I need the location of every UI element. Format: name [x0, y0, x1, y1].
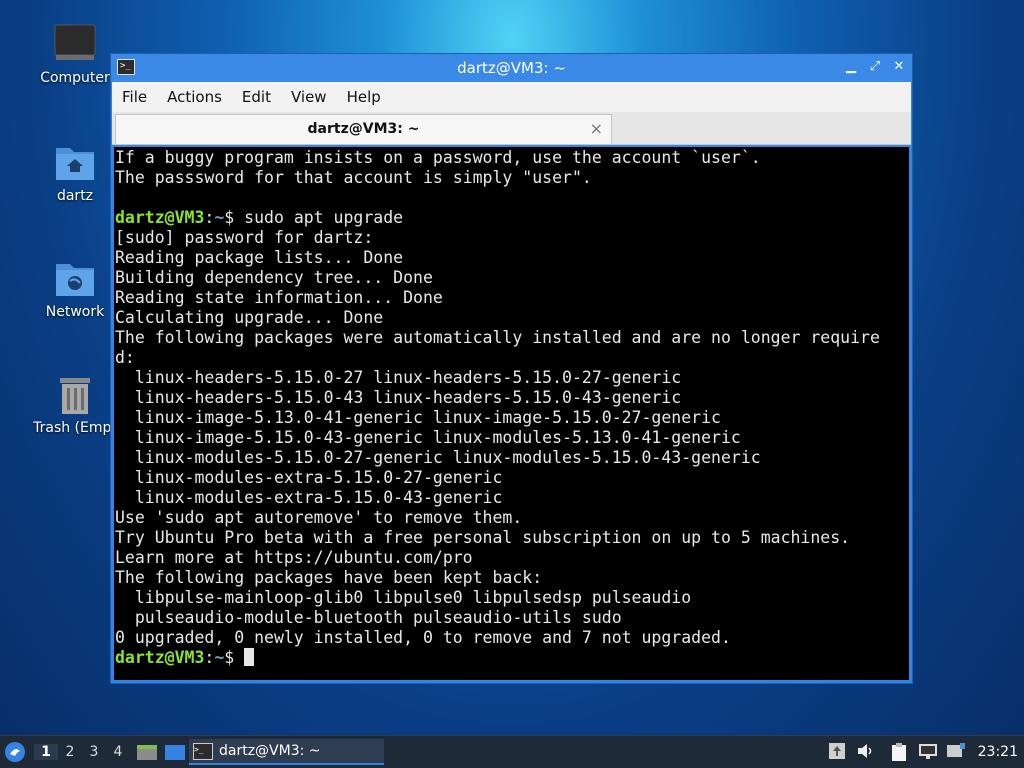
network-icon[interactable] — [918, 742, 940, 762]
show-desktop-icon[interactable] — [164, 742, 188, 762]
terminal-line: linux-headers-5.15.0-27 linux-headers-5.… — [115, 368, 682, 387]
maximize-icon[interactable]: ⤢ — [868, 58, 882, 76]
text-cursor — [244, 648, 255, 666]
terminal-line: Reading package lists... Done — [115, 248, 404, 267]
menubar: File Actions Edit View Help — [112, 82, 911, 112]
workspace-4[interactable]: 4 — [106, 744, 130, 760]
file-manager-icon[interactable] — [136, 742, 160, 762]
prompt-path: ~ — [214, 208, 225, 227]
terminal-line: The following packages have been kept ba… — [115, 568, 543, 587]
terminal-line: The following packages were automaticall… — [115, 328, 880, 347]
prompt-separator: : — [204, 648, 215, 667]
terminal-window: >_ dartz@VM3: ~ ▁ ⤢ ✕ File Actions Edit … — [110, 53, 913, 684]
tab-label: dartz@VM3: ~ — [307, 121, 420, 137]
tab-close-icon[interactable]: × — [590, 115, 603, 143]
tab-bar: dartz@VM3: ~ × — [112, 112, 911, 145]
menu-help[interactable]: Help — [337, 88, 391, 106]
terminal-line: Use 'sudo apt autoremove' to remove them… — [115, 508, 523, 527]
prompt-user: dartz@VM3 — [115, 208, 205, 227]
terminal-line: Try Ubuntu Pro beta with a free personal… — [115, 528, 851, 547]
close-icon[interactable]: ✕ — [892, 58, 906, 76]
prompt-command: $ sudo apt upgrade — [224, 208, 404, 227]
prompt-path: ~ — [214, 648, 225, 667]
menu-actions[interactable]: Actions — [157, 88, 232, 106]
clock[interactable]: 23:21 — [978, 744, 1018, 760]
terminal-line: linux-headers-5.15.0-43 linux-headers-5.… — [115, 388, 682, 407]
terminal-line: If a buggy program insists on a password… — [115, 148, 761, 167]
terminal-icon: >_ — [193, 742, 213, 760]
terminal-line: d: — [115, 348, 135, 367]
window-title: dartz@VM3: ~ — [457, 59, 566, 77]
terminal-line: libpulse-mainloop-glib0 libpulse0 libpul… — [115, 588, 692, 607]
terminal-line: The passsword for that account is simply… — [115, 168, 592, 187]
power-icon[interactable] — [946, 742, 968, 762]
terminal-line: Building dependency tree... Done — [115, 268, 433, 287]
minimize-icon[interactable]: ▁ — [844, 58, 858, 76]
terminal-line: [sudo] password for dartz: — [115, 228, 374, 247]
terminal-icon: >_ — [117, 59, 135, 75]
prompt-command: $ — [224, 648, 245, 667]
prompt-user: dartz@VM3 — [115, 648, 205, 667]
terminal-line: linux-modules-extra-5.15.0-27-generic — [115, 468, 503, 487]
terminal-line: pulseaudio-module-bluetooth pulseaudio-u… — [115, 608, 622, 627]
computer-icon — [53, 22, 97, 66]
menu-file[interactable]: File — [112, 88, 157, 106]
start-menu-icon[interactable] — [0, 736, 30, 768]
network-folder-icon — [53, 256, 97, 300]
terminal-line: linux-modules-5.15.0-27-generic linux-mo… — [115, 448, 761, 467]
workspace-2[interactable]: 2 — [58, 744, 82, 760]
menu-edit[interactable]: Edit — [232, 88, 281, 106]
tab-terminal[interactable]: dartz@VM3: ~ × — [115, 114, 612, 144]
terminal-line: linux-image-5.13.0-41-generic linux-imag… — [115, 408, 721, 427]
system-tray: 23:21 — [828, 736, 1024, 768]
trash-icon — [53, 372, 97, 416]
volume-icon[interactable] — [856, 742, 876, 762]
terminal-output[interactable]: If a buggy program insists on a password… — [114, 147, 909, 680]
terminal-line: dartz@VM3:~$ sudo apt upgrade — [115, 208, 909, 228]
workspace-1[interactable]: 1 — [34, 744, 58, 760]
taskbar: 1 2 3 4 >_ dartz@VM3: ~ 23:21 — [0, 735, 1024, 768]
terminal-line: 0 upgraded, 0 newly installed, 0 to remo… — [115, 628, 731, 647]
clipboard-icon[interactable] — [890, 742, 910, 762]
terminal-line: linux-modules-extra-5.15.0-43-generic — [115, 488, 503, 507]
window-titlebar[interactable]: >_ dartz@VM3: ~ ▁ ⤢ ✕ — [111, 54, 912, 82]
workspace-3[interactable]: 3 — [82, 744, 106, 760]
home-folder-icon — [53, 140, 97, 184]
terminal-line: dartz@VM3:~$ — [115, 648, 909, 668]
menu-view[interactable]: View — [281, 88, 337, 106]
taskbar-task-terminal[interactable]: >_ dartz@VM3: ~ — [189, 739, 384, 765]
prompt-separator: : — [204, 208, 215, 227]
update-notifier-icon[interactable] — [828, 742, 848, 762]
terminal-line: Calculating upgrade... Done — [115, 308, 384, 327]
terminal-line: linux-image-5.15.0-43-generic linux-modu… — [115, 428, 741, 447]
terminal-line: Reading state information... Done — [115, 288, 443, 307]
terminal-line: Learn more at https://ubuntu.com/pro — [115, 548, 473, 567]
task-label: dartz@VM3: ~ — [219, 743, 321, 759]
